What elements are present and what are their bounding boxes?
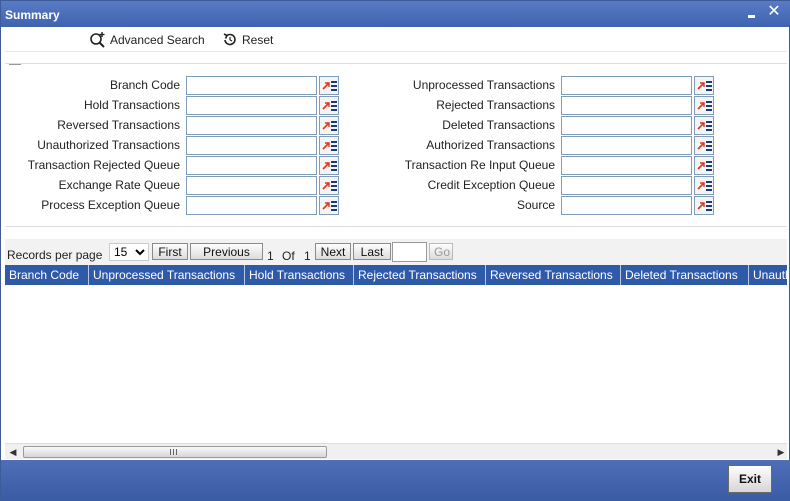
criteria-input[interactable] [561, 136, 692, 155]
field-label: Unprocessed Transactions [412, 78, 555, 92]
field-label: Authorized Transactions [426, 138, 555, 152]
records-per-page-select[interactable]: 15 [109, 243, 149, 261]
lov-arrow-icon [697, 82, 705, 90]
lov-list-icon [706, 201, 712, 211]
results-grid-body [5, 285, 787, 443]
list-of-values-button[interactable] [694, 116, 714, 135]
criteria-row: Authorized Transactions [5, 136, 787, 156]
toolbar: Advanced Search Reset [5, 28, 787, 52]
window-title: Summary [5, 8, 60, 22]
field-label: Deleted Transactions [442, 118, 555, 132]
grid-column-header[interactable]: Unauth [749, 265, 787, 285]
criteria-row: Deleted Transactions [5, 116, 787, 136]
criteria-input[interactable] [561, 76, 692, 95]
horizontal-scrollbar[interactable]: ◀ ▶ [5, 443, 787, 459]
lov-arrow-icon [697, 162, 705, 170]
exit-button[interactable]: Exit [728, 465, 772, 493]
next-page-button[interactable]: Next [315, 243, 351, 260]
reset-icon [221, 31, 239, 49]
title-bar: Summary ✕ [1, 1, 790, 27]
lov-list-icon [706, 121, 712, 131]
close-button[interactable]: ✕ [766, 3, 782, 21]
lov-list-icon [706, 101, 712, 111]
list-of-values-button[interactable] [694, 96, 714, 115]
grid-column-header[interactable]: Branch Code [5, 265, 89, 285]
grid-column-header[interactable]: Reversed Transactions [486, 265, 621, 285]
list-of-values-button[interactable] [694, 196, 714, 215]
criteria-input[interactable] [561, 156, 692, 175]
list-of-values-button[interactable] [694, 176, 714, 195]
grid-column-header[interactable]: Unprocessed Transactions [89, 265, 245, 285]
criteria-row: Credit Exception Queue [5, 176, 787, 196]
current-page-number: 1 [267, 249, 274, 263]
summary-window: Summary ✕ Advanced Search Reset Branch C… [0, 0, 790, 501]
panel-divider [9, 64, 21, 65]
field-label: Source [516, 198, 555, 212]
criteria-input[interactable] [561, 196, 692, 215]
criteria-input[interactable] [561, 96, 692, 115]
previous-page-button[interactable]: Previous [190, 243, 263, 260]
lov-arrow-icon [697, 102, 705, 110]
of-label: Of [282, 249, 295, 263]
reset-button[interactable]: Reset [221, 30, 273, 50]
magnifier-plus-icon [89, 31, 107, 49]
total-pages-number: 1 [304, 249, 311, 263]
lov-arrow-icon [697, 122, 705, 130]
criteria-input[interactable] [561, 176, 692, 195]
footer-bar: Exit [1, 460, 790, 501]
grid-column-header[interactable]: Hold Transactions [245, 265, 354, 285]
criteria-input[interactable] [561, 116, 692, 135]
grid-column-header[interactable]: Rejected Transactions [354, 265, 486, 285]
lov-arrow-icon [697, 202, 705, 210]
field-label: Transaction Re Input Queue [404, 158, 555, 172]
lov-list-icon [706, 141, 712, 151]
lov-arrow-icon [697, 142, 705, 150]
records-per-page-label: Records per page [7, 248, 103, 262]
grip-icon [170, 449, 178, 455]
scroll-right-icon[interactable]: ▶ [775, 446, 787, 458]
first-page-button[interactable]: First [152, 243, 188, 260]
criteria-row: Rejected Transactions [5, 96, 787, 116]
field-label: Rejected Transactions [436, 98, 555, 112]
results-grid-header: Branch Code Unprocessed Transactions Hold … [5, 265, 787, 285]
minimize-button[interactable] [745, 5, 759, 21]
scroll-left-icon[interactable]: ◀ [7, 446, 19, 458]
advanced-search-button[interactable]: Advanced Search [89, 30, 205, 50]
reset-label: Reset [242, 33, 274, 47]
criteria-row: Transaction Re Input Queue [5, 156, 787, 176]
list-of-values-button[interactable] [694, 76, 714, 95]
advanced-search-label: Advanced Search [110, 33, 205, 47]
scrollbar-thumb[interactable] [23, 446, 327, 458]
last-page-button[interactable]: Last [353, 243, 391, 260]
list-of-values-button[interactable] [694, 136, 714, 155]
pagination-bar: Records per page 15 First Previous 1 Of … [5, 239, 787, 265]
grid-column-header[interactable]: Deleted Transactions [621, 265, 749, 285]
lov-arrow-icon [697, 182, 705, 190]
search-criteria-panel: Branch Code Hold Transactions Reversed Tra… [5, 63, 787, 227]
criteria-row: Unprocessed Transactions [5, 76, 787, 96]
lov-list-icon [706, 161, 712, 171]
goto-page-input[interactable] [392, 242, 427, 262]
field-label: Credit Exception Queue [427, 178, 555, 192]
lov-list-icon [706, 181, 712, 191]
go-button[interactable]: Go [429, 243, 453, 260]
list-of-values-button[interactable] [694, 156, 714, 175]
criteria-row: Source [5, 196, 787, 216]
lov-list-icon [706, 81, 712, 91]
